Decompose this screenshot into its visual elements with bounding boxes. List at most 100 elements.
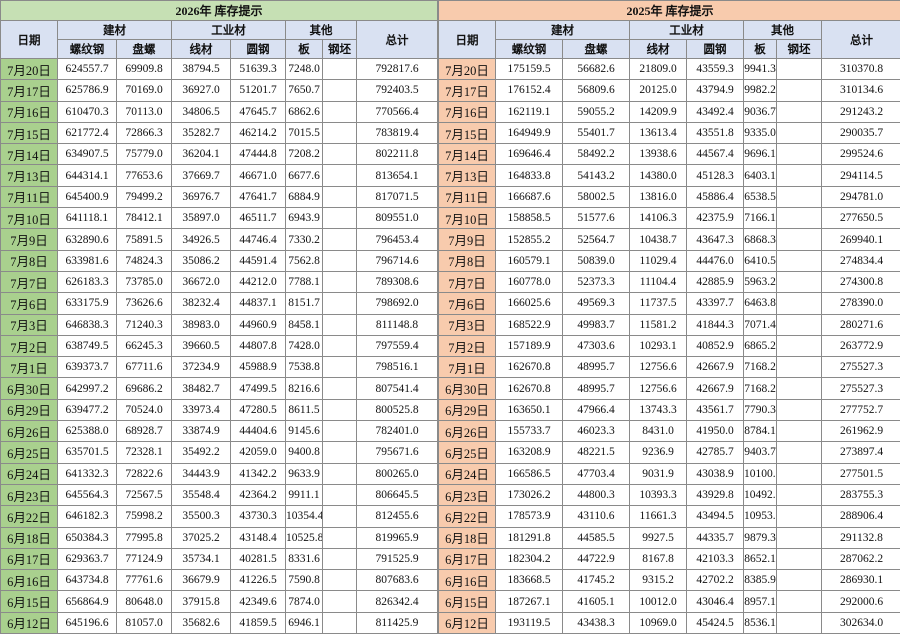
date-cell: 6月29日	[0, 398, 58, 422]
value-cell: 44960.9	[230, 313, 286, 336]
value-cell	[322, 334, 357, 358]
value-cell: 73626.6	[116, 292, 172, 315]
value-cell: 48995.7	[562, 377, 631, 400]
table-row: 7月1日 639373.7 67711.6 37234.9 45988.9 7538.8 7…	[0, 356, 439, 379]
value-cell: 9236.9	[629, 441, 688, 464]
value-cell: 633981.6	[57, 249, 117, 272]
value-cell	[776, 313, 823, 336]
value-cell	[322, 377, 357, 400]
value-cell: 14380.0	[629, 164, 688, 187]
value-cell: 47303.6	[562, 334, 631, 358]
value-cell: 44404.6	[230, 420, 286, 443]
value-cell: 291243.2	[821, 100, 900, 123]
value-cell: 157189.9	[495, 334, 564, 358]
value-cell: 9403.7	[743, 441, 778, 464]
value-cell: 42785.7	[686, 441, 745, 464]
value-cell: 9927.5	[629, 526, 688, 549]
value-cell: 9335.0	[743, 121, 778, 145]
value-cell: 42103.3	[686, 547, 745, 571]
value-cell: 44837.1	[230, 292, 286, 315]
value-cell	[776, 143, 823, 166]
value-cell: 802211.8	[355, 143, 439, 166]
value-cell	[776, 356, 823, 379]
value-cell: 51577.6	[562, 207, 631, 230]
value-cell: 8331.6	[285, 547, 323, 571]
value-cell: 645400.9	[57, 185, 117, 209]
value-cell: 287062.2	[821, 547, 900, 571]
value-cell	[322, 100, 357, 123]
header-qita: 其他	[743, 20, 823, 40]
value-cell: 44746.4	[230, 228, 286, 251]
value-cell: 45424.5	[686, 611, 745, 634]
value-cell: 38983.0	[171, 313, 231, 336]
value-cell: 166586.5	[495, 462, 564, 485]
table-row: 7月20日 624557.7 69909.8 38794.5 51639.3 7248.0…	[0, 57, 439, 81]
value-cell: 43494.5	[686, 505, 745, 528]
value-cell: 187267.1	[495, 590, 564, 613]
value-cell: 36927.0	[171, 79, 231, 102]
value-cell: 72822.6	[116, 462, 172, 485]
value-cell: 166687.6	[495, 185, 564, 209]
date-cell: 7月7日	[0, 270, 58, 294]
value-cell: 9400.8	[285, 441, 323, 464]
value-cell: 43110.6	[562, 505, 631, 528]
date-cell: 7月6日	[0, 292, 58, 315]
value-cell: 44800.3	[562, 483, 631, 507]
table-title-2025: 2025年 库存提示	[438, 0, 900, 21]
value-cell: 291132.8	[821, 526, 900, 549]
value-cell: 36976.7	[171, 185, 231, 209]
value-cell	[776, 79, 823, 102]
table-row: 7月9日 632890.6 75891.5 34926.5 44746.4 7330.2 7…	[0, 228, 439, 251]
value-cell: 20125.0	[629, 79, 688, 102]
table-row: 7月2日 157189.9 47303.6 10293.1 40852.9 6865.2 2…	[438, 334, 900, 358]
value-cell: 45886.4	[686, 185, 745, 209]
value-cell: 43046.4	[686, 590, 745, 613]
value-cell: 42667.9	[686, 356, 745, 379]
value-cell: 7790.3	[743, 398, 778, 422]
table-row: 6月12日 193119.5 43438.3 10969.0 45424.5 8536.1…	[438, 611, 900, 634]
value-cell: 42885.9	[686, 270, 745, 294]
value-cell	[322, 462, 357, 485]
value-cell	[322, 249, 357, 272]
date-cell: 6月23日	[438, 483, 497, 507]
value-cell: 81057.0	[116, 611, 172, 634]
date-cell: 6月12日	[0, 611, 58, 634]
value-cell: 625388.0	[57, 420, 117, 443]
value-cell: 73785.0	[116, 270, 172, 294]
table-row: 7月13日 644314.1 77653.6 37669.7 46671.0 6677.6…	[0, 164, 439, 187]
value-cell: 9315.2	[629, 569, 688, 592]
value-cell: 46671.0	[230, 164, 286, 187]
value-cell: 40852.9	[686, 334, 745, 358]
value-cell: 7330.2	[285, 228, 323, 251]
value-cell: 632890.6	[57, 228, 117, 251]
value-cell: 41745.2	[562, 569, 631, 592]
value-cell	[322, 143, 357, 166]
value-cell	[322, 569, 357, 592]
value-cell: 41844.3	[686, 313, 745, 336]
value-cell: 50839.0	[562, 249, 631, 272]
value-cell	[322, 547, 357, 571]
value-cell: 56682.6	[562, 57, 631, 81]
value-cell: 47641.7	[230, 185, 286, 209]
value-cell: 21809.0	[629, 57, 688, 81]
value-cell: 49983.7	[562, 313, 631, 336]
table-row: 7月8日 633981.6 74824.3 35086.2 44591.4 7562.8 7…	[0, 249, 439, 272]
value-cell: 77761.6	[116, 569, 172, 592]
value-cell: 47499.5	[230, 377, 286, 400]
value-cell: 41950.0	[686, 420, 745, 443]
value-cell: 41226.5	[230, 569, 286, 592]
value-cell: 54143.2	[562, 164, 631, 187]
value-cell	[776, 483, 823, 507]
table-row: 7月14日 634907.5 75779.0 36204.1 47444.8 7208.2…	[0, 143, 439, 166]
value-cell: 275527.3	[821, 377, 900, 400]
value-cell: 800265.0	[355, 462, 439, 485]
value-cell	[776, 420, 823, 443]
value-cell: 43561.7	[686, 398, 745, 422]
value-cell: 6538.5	[743, 185, 778, 209]
value-cell: 642997.2	[57, 377, 117, 400]
date-cell: 7月11日	[0, 185, 58, 209]
value-cell: 68928.7	[116, 420, 172, 443]
header-total: 总计	[355, 20, 439, 59]
value-cell: 42059.0	[230, 441, 286, 464]
value-cell: 8536.1	[743, 611, 778, 634]
